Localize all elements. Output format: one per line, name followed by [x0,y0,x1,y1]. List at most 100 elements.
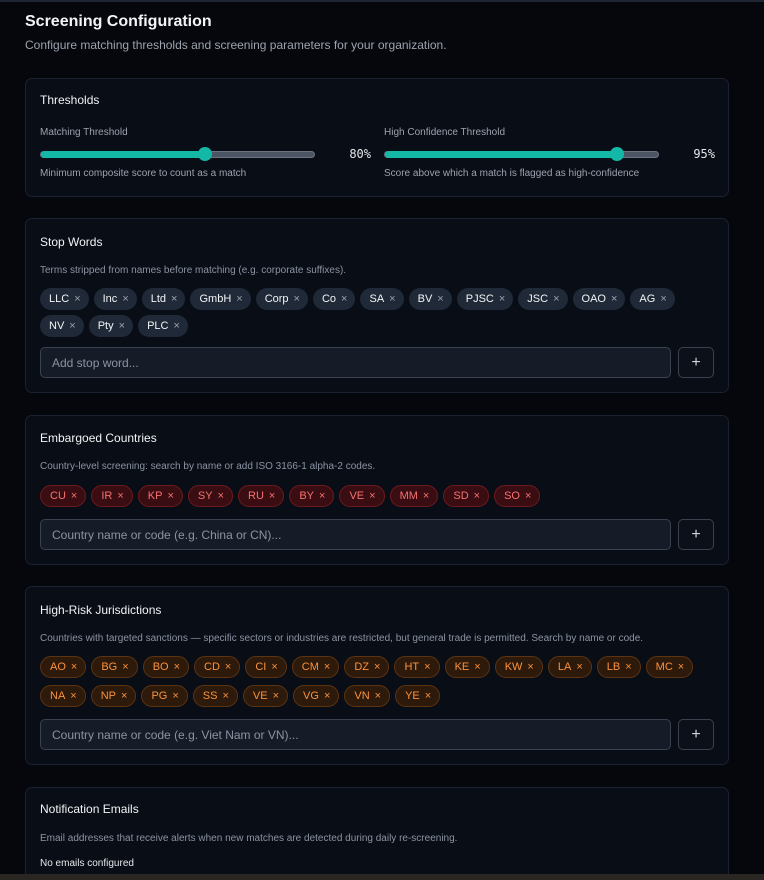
close-icon[interactable]: × [423,490,429,502]
high-risk-jurisdiction-chip: MC × [645,656,694,678]
chip-label: PG [151,690,168,702]
matching-threshold-handle[interactable] [197,147,212,161]
embargoed-countries-chips: CU × IR × KP × SY × RU × BY × VE × MM × SD × SO × [40,485,720,507]
close-icon[interactable]: × [218,490,224,502]
close-icon[interactable]: × [167,490,173,502]
stop-word-chip: Pty × [88,315,134,337]
close-icon[interactable]: × [294,293,300,305]
high-risk-jurisdictions-chips: AO × BG × BO × CD × CI × CM × DZ × HT × KE × KW × LA × LB × MC × N… [40,656,720,707]
close-icon[interactable]: × [499,293,505,305]
embargoed-country-chip: RU × [238,485,285,507]
close-icon[interactable]: × [525,490,531,502]
embargoed-country-chip: KP × [137,485,183,507]
chip-label: CD [204,661,220,673]
close-icon[interactable]: × [74,293,80,305]
close-icon[interactable]: × [369,490,375,502]
high-confidence-threshold-slider[interactable] [384,147,659,161]
close-icon[interactable]: × [374,661,380,673]
chip-label: Pty [97,320,114,332]
close-icon[interactable]: × [375,690,381,702]
embargoed-country-chip: MM × [389,485,439,507]
close-icon[interactable]: × [324,690,330,702]
chip-label: RU [248,490,264,502]
high-confidence-threshold-handle[interactable] [610,147,625,161]
chip-label: VN [354,690,370,702]
matching-threshold-slider[interactable] [40,147,315,161]
stop-word-input[interactable] [40,347,671,378]
chip-label: VE [252,690,268,702]
close-icon[interactable]: × [236,293,242,305]
matching-threshold-fill [41,151,205,158]
embargoed-country-chip: VE × [339,485,385,507]
close-icon[interactable]: × [611,293,617,305]
close-icon[interactable]: × [437,293,443,305]
close-icon[interactable]: × [341,293,347,305]
high-risk-jurisdiction-chip: YE × [395,685,441,707]
close-icon[interactable]: × [70,690,76,702]
add-stop-word-button[interactable]: + [678,347,714,378]
close-icon[interactable]: × [553,293,559,305]
high-risk-jurisdiction-chip: VE × [242,685,289,707]
close-icon[interactable]: × [474,490,480,502]
close-icon[interactable]: × [172,690,178,702]
close-icon[interactable]: × [71,490,77,502]
close-icon[interactable]: × [271,661,277,673]
close-icon[interactable]: × [222,690,228,702]
close-icon[interactable]: × [319,490,325,502]
close-icon[interactable]: × [576,661,582,673]
stop-word-chip: PLC × [138,315,188,337]
high-risk-jurisdictions-title: High-Risk Jurisdictions [40,603,162,617]
chip-label: Inc [102,293,118,305]
close-icon[interactable]: × [425,690,431,702]
chip-label: KP [147,490,163,502]
close-icon[interactable]: × [173,320,179,332]
embargoed-countries-card: Embargoed Countries Country-level screen… [25,415,729,565]
high-risk-jurisdiction-chip: LA × [547,656,592,678]
chip-label: CI [255,661,267,673]
close-icon[interactable]: × [324,661,330,673]
close-icon[interactable]: × [225,661,231,673]
close-icon[interactable]: × [174,661,180,673]
close-icon[interactable]: × [121,690,127,702]
close-icon[interactable]: × [122,661,128,673]
close-icon[interactable]: × [171,293,177,305]
chip-label: JSC [527,293,549,305]
chip-label: KW [504,661,523,673]
high-confidence-threshold-value: 95% [693,147,715,161]
chip-label: IR [101,490,113,502]
close-icon[interactable]: × [119,320,125,332]
high-risk-jurisdiction-chip: KW × [494,656,543,678]
close-icon[interactable]: × [71,661,77,673]
close-icon[interactable]: × [625,661,631,673]
close-icon[interactable]: × [474,661,480,673]
close-icon[interactable]: × [273,690,279,702]
close-icon[interactable]: × [122,293,128,305]
high-risk-country-input[interactable] [40,719,671,750]
close-icon[interactable]: × [389,293,395,305]
stop-word-chip: JSC × [518,288,568,310]
high-risk-jurisdiction-chip: CM × [291,656,340,678]
close-icon[interactable]: × [424,661,430,673]
add-embargoed-country-button[interactable]: + [678,519,714,550]
notification-emails-card: Notification Emails Email addresses that… [25,787,729,880]
embargoed-countries-title: Embargoed Countries [40,431,157,445]
chip-label: AG [639,293,656,305]
close-icon[interactable]: × [527,661,533,673]
chip-label: Corp [264,293,289,305]
chip-label: Ltd [150,293,167,305]
close-icon[interactable]: × [69,320,75,332]
close-icon[interactable]: × [269,490,275,502]
stop-word-chip: GmbH × [190,288,251,310]
high-risk-jurisdiction-chip: LB × [596,656,641,678]
embargoed-country-chip: BY × [289,485,335,507]
chip-label: LLC [49,293,70,305]
embargoed-country-input[interactable] [40,519,671,550]
close-icon[interactable]: × [117,490,123,502]
high-confidence-threshold-fill [385,151,618,158]
add-high-risk-country-button[interactable]: + [678,719,714,750]
matching-threshold-label: Matching Threshold [40,127,128,138]
chip-label: AO [50,661,66,673]
stop-word-chip: Inc × [93,288,137,310]
close-icon[interactable]: × [660,293,666,305]
close-icon[interactable]: × [678,661,684,673]
